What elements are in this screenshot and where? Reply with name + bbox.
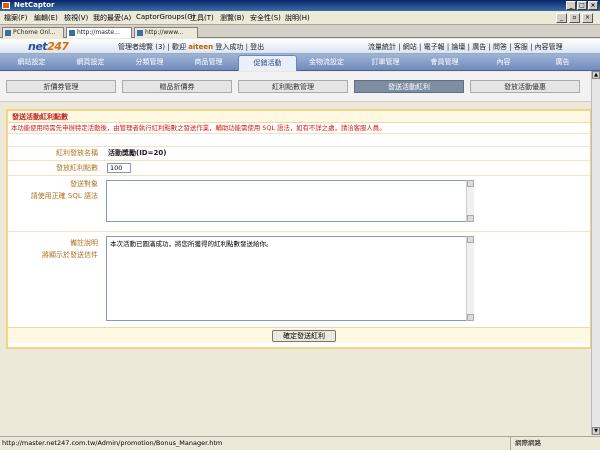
main-nav: 網站設定 網頁設定 分類管理 商品管理 促銷活動 金物流設定 訂單管理 會員管理… xyxy=(0,54,600,71)
window-titlebar: NetCaptor _ □ × xyxy=(0,0,600,11)
doc-window-controls: _ ▫ × xyxy=(556,13,593,23)
window-title: NetCaptor xyxy=(14,1,55,9)
nav-promotions[interactable]: 促銷活動 xyxy=(238,55,297,71)
row-send-target: 發送對象 請使用正確 SQL 語法 xyxy=(8,175,590,230)
page-scrollbar[interactable]: ▲ ▼ xyxy=(591,71,600,435)
site-logo: net247 xyxy=(28,40,69,53)
doc-tab-master[interactable]: http://maste... xyxy=(66,27,132,38)
panel-title: 發送活動紅利點數 xyxy=(8,111,590,123)
nav-content[interactable]: 內容 xyxy=(474,55,533,69)
nav-members[interactable]: 會員管理 xyxy=(415,55,474,69)
bonus-points-label: 發放紅利點數 xyxy=(56,164,98,172)
send-target-sql-hint: 請使用正確 SQL 語法 xyxy=(30,192,98,200)
menu-security[interactable]: 安全性(S) xyxy=(250,13,281,23)
site-header: net247 管理者總覽 (3) | 歡迎 aiteen 登入成功 | 登出 流… xyxy=(0,39,600,54)
app-icon xyxy=(2,2,10,9)
message-email-hint: 將顯示於發送信件 xyxy=(42,251,98,259)
page-icon xyxy=(69,30,75,36)
bonus-points-input[interactable]: 100 xyxy=(107,163,131,173)
sql-textarea-scrollbar[interactable] xyxy=(466,180,474,222)
menu-bar: 檔案(F) 編輯(E) 檢視(V) 我的最愛(A) CaptorGroups(G… xyxy=(0,11,600,25)
row-bonus-points: 發放紅利點數 100 xyxy=(8,160,590,174)
menu-captorgroups[interactable]: CaptorGroups(G) xyxy=(136,13,195,21)
activity-name-value: 活動獎勵(ID=20) xyxy=(108,149,167,157)
bonus-form-panel: 發送活動紅利點數 本功能使用時需先申辦特定活動後，由管理者執行紅利點數之發送作業… xyxy=(6,109,592,349)
menu-help[interactable]: 說明(H) xyxy=(285,13,310,23)
window-controls: _ □ × xyxy=(566,1,598,10)
admin-quick-links[interactable]: 流量統計 | 網站 | 電子報 | 論壇 | 廣告 | 問答 | 客服 | 內容… xyxy=(368,42,563,52)
tab-bonus-points[interactable]: 紅利點數管理 xyxy=(238,80,348,93)
maximize-icon[interactable]: □ xyxy=(577,1,587,10)
tab-activity-offers[interactable]: 發放活動優惠 xyxy=(470,80,580,93)
status-url: http://master.net247.com.tw/Admin/promot… xyxy=(2,439,223,447)
tab-gift-coupon[interactable]: 贈品折價券 xyxy=(122,80,232,93)
menu-view[interactable]: 檢視(V) xyxy=(64,13,88,23)
scroll-up-icon[interactable]: ▲ xyxy=(592,71,600,79)
document-tabs: PChome Onl... http://maste... http://www… xyxy=(0,25,600,38)
admin-top-links: 管理者總覽 (3) | 歡迎 aiteen 登入成功 | 登出 xyxy=(118,42,264,52)
nav-site-settings[interactable]: 網站設定 xyxy=(2,55,61,69)
doc-minimize-icon[interactable]: _ xyxy=(556,13,567,23)
nav-products[interactable]: 商品管理 xyxy=(179,55,238,69)
row-message: 備註說明 將顯示於發送信件 本次活動已圓滿成功，將您所獲得的紅利點數發送給你。 xyxy=(8,231,590,326)
activity-name-label: 紅利發放名稱 xyxy=(56,149,98,157)
status-bar: http://master.net247.com.tw/Admin/promot… xyxy=(0,436,600,450)
doc-tab-pchome[interactable]: PChome Onl... xyxy=(2,27,64,38)
tab-coupon-management[interactable]: 折價券管理 xyxy=(6,80,116,93)
nav-page-settings[interactable]: 網頁設定 xyxy=(61,55,120,69)
tab-send-activity-bonus[interactable]: 發送活動紅利 xyxy=(354,80,464,93)
menu-browse[interactable]: 瀏覽(B) xyxy=(220,13,244,23)
menu-file[interactable]: 檔案(F) xyxy=(4,13,28,23)
page-icon xyxy=(5,30,11,36)
username: aiteen xyxy=(188,43,214,51)
admin-overview-link[interactable]: 管理者總覽 (3) | 歡迎 xyxy=(118,43,188,51)
message-label: 備註說明 xyxy=(70,239,98,247)
nav-orders[interactable]: 訂單管理 xyxy=(356,55,415,69)
nav-category[interactable]: 分類管理 xyxy=(120,55,179,69)
doc-tab-www[interactable]: http://www... xyxy=(134,27,198,38)
minimize-icon[interactable]: _ xyxy=(566,1,576,10)
send-target-label: 發送對象 xyxy=(70,180,98,188)
sub-nav: 折價券管理 贈品折價券 紅利點數管理 發送活動紅利 發放活動優惠 xyxy=(0,72,600,102)
page-icon xyxy=(137,30,143,36)
menu-favorites[interactable]: 我的最愛(A) xyxy=(93,13,131,23)
menu-tools[interactable]: 工具(T) xyxy=(190,13,214,23)
login-status-text[interactable]: 登入成功 | 登出 xyxy=(213,43,264,51)
panel-note: 本功能使用時需先申辦特定活動後，由管理者執行紅利點數之發送作業，輔助功能需使用 … xyxy=(8,123,590,134)
row-activity-name: 紅利發放名稱 活動獎勵(ID=20) xyxy=(8,146,590,159)
sql-condition-textarea[interactable] xyxy=(106,180,474,222)
scroll-down-icon[interactable]: ▼ xyxy=(592,427,600,435)
doc-close-icon[interactable]: × xyxy=(582,13,593,23)
doc-restore-icon[interactable]: ▫ xyxy=(569,13,580,23)
message-textarea[interactable]: 本次活動已圓滿成功，將您所獲得的紅利點數發送給你。 xyxy=(106,236,474,321)
close-icon[interactable]: × xyxy=(588,1,598,10)
message-textarea-scrollbar[interactable] xyxy=(466,236,474,321)
send-bonus-button[interactable]: 確定發送紅利 xyxy=(272,330,336,342)
nav-logistics[interactable]: 金物流設定 xyxy=(297,55,356,69)
status-zone: 網際網路 xyxy=(510,437,590,450)
nav-ads[interactable]: 廣告 xyxy=(533,55,592,69)
menu-edit[interactable]: 編輯(E) xyxy=(34,13,58,23)
submit-row: 確定發送紅利 xyxy=(8,327,590,343)
